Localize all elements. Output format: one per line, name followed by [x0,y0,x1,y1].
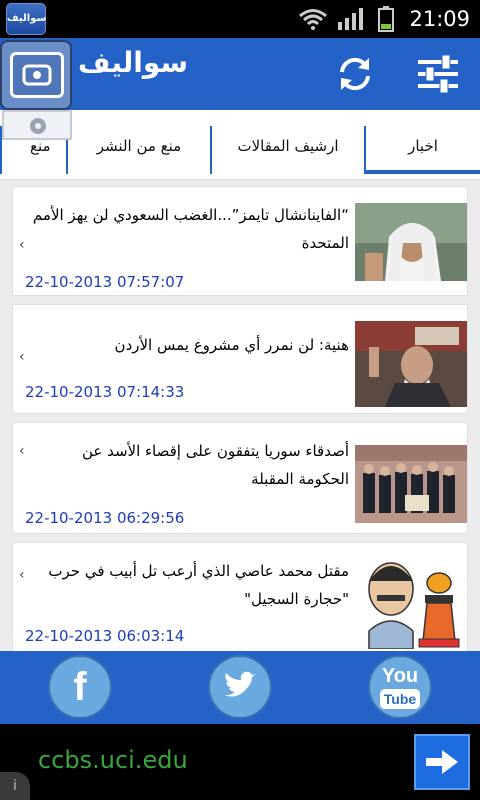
news-title: “الفاينانشال تايمز”...الغضب السعودي لن ي… [32,206,349,252]
social-bar: f You Tube [0,651,480,724]
tab-banned[interactable]: منع من النشر [66,126,210,174]
tab-bar: اخبار ارشيف المقالات منع من النشر منع [0,110,480,180]
twitter-bird-icon [224,671,256,697]
app-screen: سواليف 21:09 سواليف اخبار ارشيف المقالات… [0,0,480,800]
news-date: 22-10-2013 07:14:33 [25,383,185,401]
status-time: 21:09 [409,7,470,31]
chevron-left-icon: ‹ [19,237,25,253]
news-item[interactable]: أصدقاء سوريا يتفقون على إقصاء الأسد عن ا… [12,422,468,534]
news-item[interactable]: “الفاينانشال تايمز”...الغضب السعودي لن ي… [12,186,468,296]
chevron-left-icon: ‹ [19,443,25,459]
chevron-left-icon: ‹ [19,349,25,365]
tab-news[interactable]: اخبار [364,126,480,174]
ad-info-icon[interactable]: i [0,772,30,800]
news-thumbnail [355,445,467,523]
news-thumbnail [355,545,467,649]
app-header: سواليف [0,38,480,110]
news-title: هنية: لن نمرر أي مشروع يمس الأردن [114,336,349,354]
facebook-icon: f [73,665,87,709]
tab-articles-archive[interactable]: ارشيف المقالات [210,126,364,174]
wifi-icon [299,9,327,30]
ad-text[interactable]: ccbs.uci.edu [38,746,188,774]
twitter-button[interactable] [208,655,272,719]
youtube-icon-bottom: Tube [380,689,420,709]
battery-icon [378,6,394,32]
news-date: 22-10-2013 07:57:07 [25,273,185,291]
arrow-right-icon [426,750,458,774]
facebook-button[interactable]: f [48,655,112,719]
news-date: 22-10-2013 06:03:14 [25,627,185,645]
film-icon [22,64,52,86]
settings-sliders-icon[interactable] [416,52,460,96]
status-bar: سواليف 21:09 [0,0,480,38]
news-item[interactable]: مقتل محمد عاصي الذي أرعب تل أبيب في حرب … [12,542,468,651]
notification-app-icon: سواليف [6,3,46,35]
youtube-icon-top: You [381,665,419,687]
ad-banner[interactable]: ccbs.uci.edu i [0,724,480,800]
news-date: 22-10-2013 06:29:56 [25,509,185,527]
youtube-button[interactable]: You Tube [368,655,432,719]
news-list: “الفاينانشال تايمز”...الغضب السعودي لن ي… [0,180,480,651]
ad-go-button[interactable] [414,734,470,790]
app-logo[interactable] [0,40,72,110]
news-title: أصدقاء سوريا يتفقون على إقصاء الأسد عن ا… [81,442,349,488]
news-thumbnail [355,321,467,407]
overlay-settings-button[interactable] [2,110,72,140]
news-item[interactable]: هنية: لن نمرر أي مشروع يمس الأردن 22-10-… [12,304,468,414]
sync-icon[interactable] [333,52,377,96]
gear-icon [30,118,46,134]
news-title: مقتل محمد عاصي الذي أرعب تل أبيب في حرب … [48,562,349,608]
news-thumbnail [355,203,467,281]
app-title: سواليف [78,46,188,79]
chevron-left-icon: ‹ [19,567,25,583]
signal-icon [338,8,363,30]
